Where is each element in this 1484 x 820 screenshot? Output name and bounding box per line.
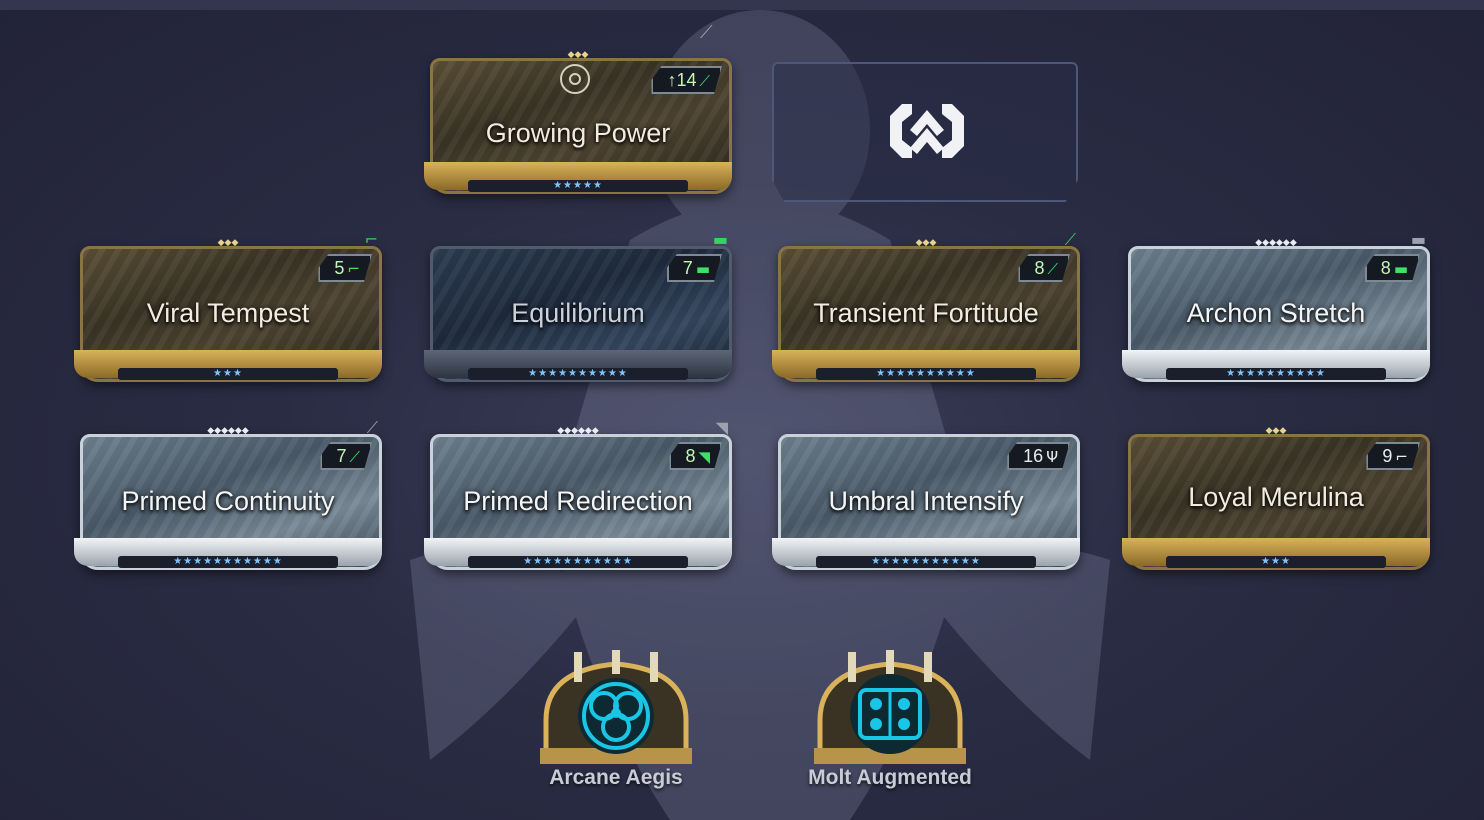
mod-name: Equilibrium [511,298,645,328]
arcane-name: Molt Augmented [808,766,972,789]
vazarin-polarity-icon: ▬ [695,260,710,278]
mod-slot-4[interactable]: ◆◆◆◆◆◆ ▬ 8 ▬ Archon Stretch ★★★★★★★★★★ [1122,230,1430,392]
madurai-slot-polarity-icon: ⟋ [1064,230,1076,249]
mod-slot-3[interactable]: ◆◆◆ ⟋ 8 ⟋ Transient Fortitude ★★★★★★★★★★ [772,230,1080,392]
mod-drain-badge: 9 ⌐ [1366,442,1420,470]
mod-rank-stars: ★★★★★★★★★★ [468,368,688,380]
mod-top-ornament: ◆◆◆◆◆◆ [1255,238,1297,248]
mod-name: Loyal Merulina [1188,482,1364,512]
mod-drain-badge: 8 ◥ [669,442,722,470]
mod-top-ornament: ◆◆◆ [217,238,239,248]
arcane-slot-1[interactable]: Arcane Aegis [516,650,716,810]
mod-rank-stars: ★★★★★★★★★★ [1166,368,1386,380]
madurai-polarity-icon: ⟋ [699,72,710,90]
aura-mod-slot[interactable]: ◆◆◆ ↑14 ⟋ Growing Power ★★★★★ [424,44,732,204]
vazarin-slot-polarity-icon: ▬ [712,230,728,249]
naramon-polarity-icon: ⌐ [347,260,360,278]
arcane-name: Arcane Aegis [549,766,683,789]
mod-slot-6[interactable]: ◆◆◆◆◆◆ ◥ 8 ◥ Primed Redirection ★★★★★★★★★… [424,418,732,580]
mod-top-ornament: ◆◆◆◆◆◆ [207,426,249,436]
naramon-slot-polarity-icon: ⌐ [364,230,378,249]
naramon-polarity-icon: ⌐ [1395,448,1408,466]
aura-icon [560,64,590,94]
mod-rank-stars: ★★★★★★★★★★★ [816,556,1036,568]
mod-drain-badge: 16 Ψ [1007,442,1070,470]
arcane-aegis-icon [540,650,692,764]
mod-rank-stars: ★★★★★★★★★★★ [468,556,688,568]
mod-drain-badge: 5 ⌐ [318,254,372,282]
mod-name: Primed Redirection [463,486,693,516]
mod-rank-stars: ★★★ [1166,556,1386,568]
mod-drain-badge: 7 ▬ [667,254,722,282]
mod-slot-8[interactable]: ◆◆◆ 9 ⌐ Loyal Merulina ★★★ [1122,420,1430,580]
mod-top-ornament: ◆◆◆◆◆◆ [557,426,599,436]
mod-slot-7[interactable]: 16 Ψ Umbral Intensify ★★★★★★★★★★★ [772,420,1080,580]
mod-drain-badge: 8 ▬ [1365,254,1420,282]
exilus-slot-icon [890,104,964,158]
madurai-polarity-icon: ⟋ [1047,260,1058,278]
mod-name: Archon Stretch [1186,298,1366,328]
vazarin-polarity-icon: ▬ [1393,260,1408,278]
mod-top-ornament: ◆◆◆ [567,50,589,60]
zenurik-polarity-icon: ◥ [698,448,710,466]
umbra-polarity-icon: Ψ [1046,448,1058,466]
madurai-slot-polarity-icon: ⟋ [366,418,378,437]
mod-slot-2[interactable]: ▬ 7 ▬ Equilibrium ★★★★★★★★★★ [424,230,732,392]
mod-name: Primed Continuity [121,486,335,516]
molt-augmented-icon [814,650,966,764]
madurai-polarity-icon: ⟋ [349,448,360,466]
mod-slot-5[interactable]: ◆◆◆◆◆◆ ⟋ 7 ⟋ Primed Continuity ★★★★★★★★★★… [74,418,382,580]
mod-drain-badge: 7 ⟋ [320,442,372,470]
mod-name: Umbral Intensify [828,486,1024,516]
mod-drain-badge: ↑14 ⟋ [651,66,722,94]
aura-slot-polarity-icon: ⟋ [700,22,713,42]
mod-top-ornament: ◆◆◆ [915,238,937,248]
mod-rank-stars: ★★★★★★★★★★★ [118,556,338,568]
arcane-slot-2[interactable]: Molt Augmented [790,650,990,810]
mod-slot-1[interactable]: ◆◆◆ ⌐ 5 ⌐ Viral Tempest ★★★ [74,230,382,392]
mod-top-ornament: ◆◆◆ [1265,426,1287,436]
zenurik-slot-polarity-icon: ◥ [715,418,728,437]
mod-name: Growing Power [485,118,671,148]
mod-rank-stars: ★★★★★ [468,180,688,192]
mod-name: Viral Tempest [146,298,310,328]
mod-name: Transient Fortitude [813,298,1039,328]
mod-rank-stars: ★★★★★★★★★★ [816,368,1036,380]
mod-drain-badge: 8 ⟋ [1018,254,1070,282]
mod-rank-stars: ★★★ [118,368,338,380]
vazarin-slot-polarity-icon: ▬ [1410,230,1426,249]
